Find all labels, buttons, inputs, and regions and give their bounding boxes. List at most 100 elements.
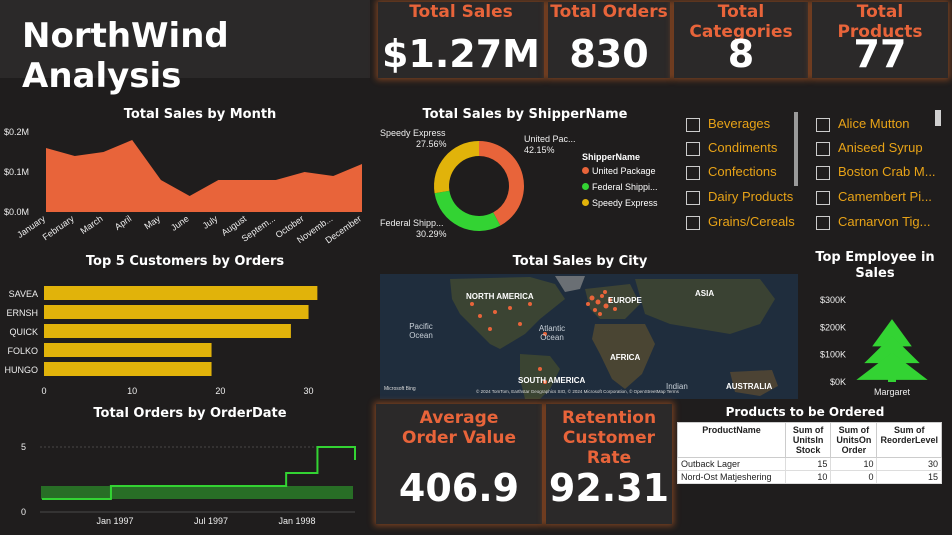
orders-by-date-title: Total Orders by OrderDate — [93, 406, 287, 421]
map-label-asia: ASIA — [695, 289, 715, 298]
product-slicer[interactable]: Alice Mutton Aniseed Syrup Boston Crab M… — [816, 112, 938, 234]
legend-item[interactable]: United Package — [582, 166, 658, 176]
checkbox-icon[interactable] — [816, 117, 830, 132]
slicer-item-product[interactable]: Boston Crab M... — [816, 164, 936, 184]
y-tick-label: $0.2M — [4, 127, 29, 137]
kpi-label: Total Orders — [550, 2, 668, 22]
slicer-item-beverages[interactable]: Beverages — [686, 116, 770, 136]
x-tick-label: 30 — [304, 386, 314, 396]
map-label-africa: AFRICA — [610, 353, 641, 362]
y-tick-label: $0K — [830, 377, 846, 387]
slicer-item-product[interactable]: Carnarvon Tig... — [816, 214, 931, 234]
kpi-value: 92.31 — [548, 466, 670, 510]
kpi-total-orders[interactable]: Total Orders 830 — [548, 2, 670, 78]
slicer-label: Aniseed Syrup — [838, 140, 923, 155]
kpi-total-categories[interactable]: Total Categories 8 — [674, 2, 808, 78]
slicer-item-condiments[interactable]: Condiments — [686, 140, 777, 160]
checkbox-icon[interactable] — [686, 215, 700, 230]
x-tick-label: Jul 1997 — [194, 516, 228, 526]
column-header[interactable]: Sum of UnitsIn Stock — [784, 422, 832, 458]
kpi-total-sales[interactable]: Total Sales $1.27M — [378, 2, 544, 78]
top-employee-chart[interactable]: $300K $200K $100K $0K Margaret — [810, 285, 950, 400]
column-header[interactable]: Sum of ReorderLevel — [876, 422, 942, 458]
top-employee-title: Top Employee in Sales — [815, 250, 935, 281]
legend-label: Speedy Express — [592, 198, 658, 208]
product-slicer-scrollbar[interactable] — [935, 110, 941, 126]
x-tick-label: March — [78, 213, 104, 236]
y-tick-label: $100K — [820, 350, 846, 360]
tree-trunk — [888, 374, 896, 382]
checkbox-icon[interactable] — [686, 190, 700, 205]
checkbox-icon[interactable] — [816, 190, 830, 205]
header-card: NorthWind Analysis — [0, 0, 370, 96]
x-tick-label: February — [41, 213, 77, 242]
slicer-item-confections[interactable]: Confections — [686, 164, 777, 184]
legend-dot — [582, 183, 589, 190]
category-slicer[interactable]: Beverages Condiments Confections Dairy P… — [686, 112, 806, 234]
kpi-value: $1.27M — [381, 32, 540, 76]
map-attribution[interactable]: © 2024 TomTom, Earthstar Geographics SIO… — [476, 389, 679, 394]
map-label-europe: EUROPE — [608, 296, 642, 305]
bar — [44, 324, 291, 338]
category-slicer-scrollbar[interactable] — [794, 112, 798, 186]
legend-title: ShipperName — [582, 152, 641, 162]
slicer-item-product[interactable]: Camembert Pi... — [816, 189, 932, 209]
slice-label-pct: 42.15% — [524, 145, 555, 155]
slicer-item-dairy[interactable]: Dairy Products — [686, 189, 793, 209]
slicer-label: Condiments — [708, 140, 778, 155]
page-title: NorthWind Analysis — [22, 16, 229, 96]
y-tick-label: $200K — [820, 322, 846, 332]
legend-dot — [582, 199, 589, 206]
slice-label-pct: 27.56% — [416, 139, 447, 149]
checkbox-icon[interactable] — [686, 165, 700, 180]
map-label-north-america: NORTH AMERICA — [466, 292, 534, 301]
x-tick-label: 10 — [127, 386, 137, 396]
top-customers-title: Top 5 Customers by Orders — [85, 254, 285, 269]
checkbox-icon[interactable] — [686, 141, 700, 156]
category-label: HUNGO — [5, 365, 39, 375]
x-tick-label: 0 — [41, 386, 46, 396]
checkbox-icon[interactable] — [816, 141, 830, 156]
kpi-average-order-value[interactable]: Average Order Value 406.9 — [376, 404, 542, 524]
slicer-label: Camembert Pi... — [838, 189, 932, 204]
sales-by-city-map[interactable]: NORTH AMERICA EUROPE ASIA Pacific Ocean … — [380, 274, 798, 399]
bar — [44, 362, 212, 376]
slicer-item-product[interactable]: Aniseed Syrup — [816, 140, 923, 160]
orders-by-date-chart[interactable]: 5 0 Jan 1997 Jul 1997 Jan 1998 — [0, 420, 370, 532]
table-cell: 10 — [830, 457, 878, 471]
table-cell: 0 — [830, 470, 878, 484]
column-header[interactable]: ProductName — [677, 422, 786, 458]
table-row[interactable]: Nord-Ost Matjeshering 10 0 15 — [677, 470, 942, 484]
category-label: ERNSH — [6, 308, 38, 318]
table-cell: 15 — [876, 470, 942, 484]
x-tick-label: 20 — [215, 386, 225, 396]
map-label-pacific: Pacific Ocean — [409, 322, 433, 340]
kpi-label: Retention Customer Rate — [561, 408, 657, 468]
slicer-item-grains[interactable]: Grains/Cereals — [686, 214, 795, 234]
x-tick-label: May — [142, 213, 162, 231]
kpi-total-products[interactable]: Total Products 77 — [812, 2, 948, 78]
legend-item[interactable]: Federal Shippi... — [582, 182, 658, 192]
products-to-order-table[interactable]: ProductName Sum of UnitsIn Stock Sum of … — [677, 422, 942, 484]
table-cell: 10 — [784, 470, 832, 484]
slicer-label: Dairy Products — [708, 189, 794, 204]
kpi-value: 8 — [727, 32, 755, 76]
x-tick-label: April — [113, 213, 133, 232]
table-row[interactable]: Outback Lager 15 10 30 — [677, 457, 942, 471]
slice-label-pct: 30.29% — [416, 229, 447, 239]
table-cell: 15 — [784, 457, 832, 471]
kpi-label: Average Order Value — [402, 408, 516, 448]
bar — [44, 343, 212, 357]
checkbox-icon[interactable] — [816, 165, 830, 180]
legend-item[interactable]: Speedy Express — [582, 198, 658, 208]
legend-label: United Package — [592, 166, 656, 176]
sales-by-shipper-title: Total Sales by ShipperName — [422, 107, 628, 122]
slicer-item-product[interactable]: Alice Mutton — [816, 116, 910, 136]
checkbox-icon[interactable] — [686, 117, 700, 132]
map-label-australia: AUSTRALIA — [726, 382, 773, 391]
kpi-retention-rate[interactable]: Retention Customer Rate 92.31 — [546, 404, 672, 524]
sales-by-month-chart[interactable]: $0.2M$0.1M$0.0MJanuaryFebruary March April… — [0, 120, 370, 250]
column-header[interactable]: Sum of UnitsOn Order — [830, 422, 878, 458]
checkbox-icon[interactable] — [816, 215, 830, 230]
top-customers-chart[interactable]: SAVEA ERNSH QUICK FOLKO HUNGO 0 10 20 30 — [0, 270, 370, 400]
